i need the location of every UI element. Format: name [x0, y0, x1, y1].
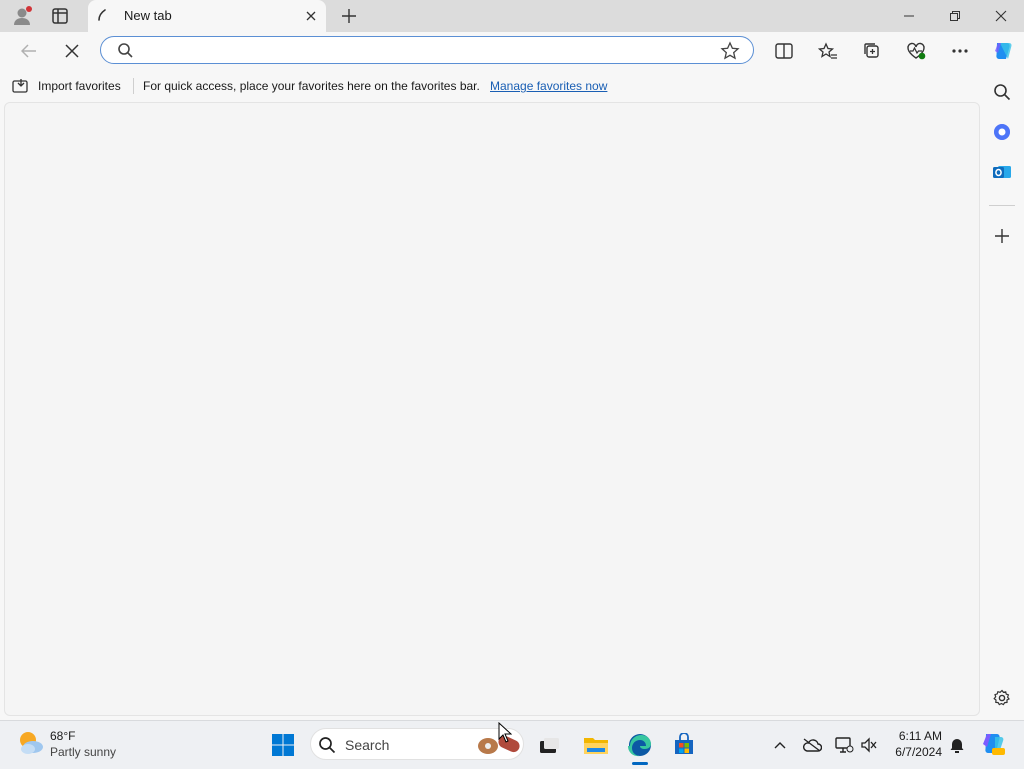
- workspaces-icon[interactable]: [46, 4, 74, 28]
- chevron-up-icon[interactable]: [769, 734, 791, 756]
- star-icon[interactable]: [720, 41, 740, 61]
- favorites-icon[interactable]: [813, 38, 843, 64]
- taskbar-search-icon: [318, 736, 336, 754]
- weather-temperature: 68°F: [50, 729, 76, 743]
- close-icon[interactable]: [300, 6, 322, 26]
- manage-favorites-link[interactable]: Manage favorites now: [490, 79, 607, 93]
- file-explorer-icon[interactable]: [581, 730, 611, 760]
- speaker-icon[interactable]: [858, 734, 880, 756]
- page-content: [4, 102, 980, 716]
- notification-icon[interactable]: [946, 734, 968, 756]
- divider: [133, 78, 134, 94]
- collections-icon[interactable]: [857, 38, 887, 64]
- copilot-icon[interactable]: [988, 38, 1018, 64]
- split-screen-icon[interactable]: [769, 38, 799, 64]
- tab-title: New tab: [124, 8, 172, 23]
- search-icon: [117, 42, 133, 58]
- clock-time[interactable]: 6:11 AM: [896, 729, 942, 743]
- outlook-icon[interactable]: [988, 158, 1016, 186]
- import-favorites-button[interactable]: Import favorites: [12, 76, 121, 96]
- add-sidebar-app-icon[interactable]: [988, 222, 1016, 250]
- plus-icon[interactable]: [336, 4, 362, 28]
- import-icon: [12, 78, 30, 94]
- profile-icon[interactable]: [8, 4, 36, 28]
- onedrive-icon[interactable]: [801, 734, 823, 756]
- minimize-icon[interactable]: [886, 0, 932, 32]
- address-input[interactable]: [142, 40, 706, 64]
- weather-icon[interactable]: [16, 729, 46, 757]
- close-window-icon[interactable]: [978, 0, 1024, 32]
- sidebar-divider: [989, 205, 1015, 206]
- weather-description: Partly sunny: [50, 745, 117, 759]
- back-icon[interactable]: [14, 38, 44, 64]
- taskbar-search-label: Search: [345, 737, 390, 753]
- restore-icon[interactable]: [932, 0, 978, 32]
- sidebar-search-icon[interactable]: [988, 78, 1016, 106]
- settings-icon[interactable]: [988, 684, 1016, 712]
- more-icon[interactable]: [945, 38, 975, 64]
- active-app-indicator: [632, 762, 648, 765]
- windows-start-icon[interactable]: [268, 730, 298, 760]
- network-icon[interactable]: [833, 734, 855, 756]
- import-favorites-label: Import favorites: [38, 79, 121, 93]
- task-view-icon[interactable]: [534, 730, 564, 760]
- browser-essentials-icon[interactable]: [901, 38, 931, 64]
- clock-date[interactable]: 6/7/2024: [891, 745, 942, 759]
- copilot-taskbar-icon[interactable]: [980, 731, 1006, 757]
- stop-icon[interactable]: [57, 38, 87, 64]
- edge-icon[interactable]: [625, 730, 655, 760]
- tab-loading-icon: [96, 8, 108, 22]
- store-icon[interactable]: [669, 730, 699, 760]
- mouse-cursor-icon: [498, 722, 512, 744]
- copilot-sidebar-icon[interactable]: [988, 118, 1016, 146]
- favorites-message: For quick access, place your favorites h…: [143, 79, 480, 93]
